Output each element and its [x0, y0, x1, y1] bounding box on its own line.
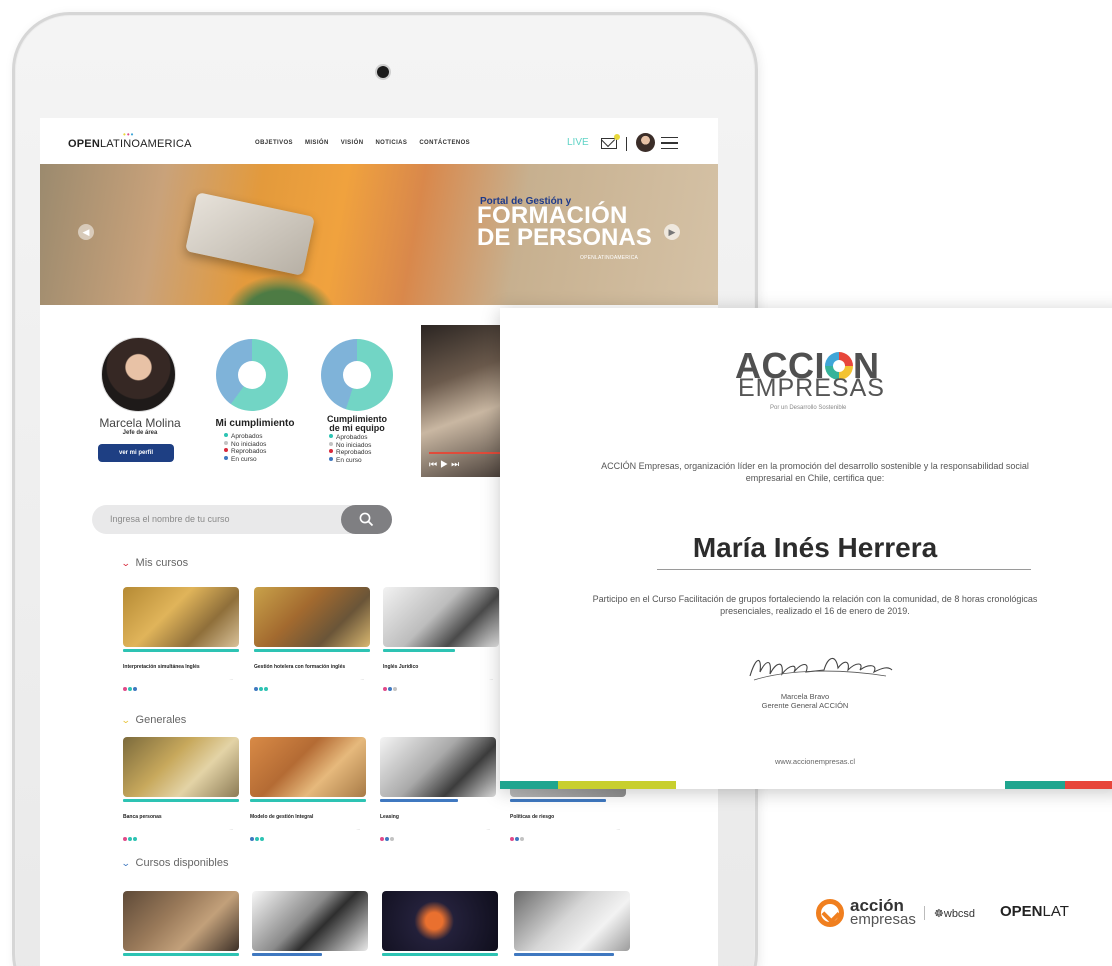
search-button[interactable] [341, 505, 392, 534]
hero-photo-plant [215, 269, 345, 305]
video-controls: ⏮▶⏭ [429, 459, 462, 470]
signature-icon [749, 657, 893, 681]
certificate-url[interactable]: www.accionempresas.cl [725, 757, 905, 766]
course-card[interactable]: Leasing ··· [380, 737, 496, 841]
course-card[interactable] [382, 891, 498, 956]
certificate-signer: Marcela Bravo Gerente General ACCIÓN [761, 692, 849, 710]
nav-objetivos[interactable]: OBJETIVOS [255, 140, 293, 146]
globe-icon: ☸ [934, 908, 944, 920]
course-title: Modelo de gestión Integral [250, 814, 314, 820]
legend-item: No iniciados [224, 440, 266, 449]
course-search-input[interactable] [110, 514, 330, 524]
nav-contactenos[interactable]: CONTÁCTENOS [419, 140, 470, 146]
course-card[interactable]: Interpretación simultánea Inglés ··· [123, 587, 239, 691]
hero-brand: OPENLATINOAMERICA [580, 255, 639, 261]
certificate: ACCI N EMPRESAS Por un Desarrollo Sosteni… [500, 308, 1112, 789]
brand-divider [924, 906, 925, 920]
nav-mision[interactable]: MISIÓN [305, 140, 329, 146]
color-strip [1005, 781, 1065, 789]
course-card[interactable] [252, 891, 368, 956]
live-link[interactable]: LIVE [567, 137, 589, 148]
profile-role: Jefe de área [122, 430, 158, 436]
camera-icon [377, 66, 389, 78]
hero-title-line-2: DE PERSONAS [477, 224, 652, 251]
view-profile-button[interactable]: ver mi perfil [98, 444, 174, 462]
site-logo[interactable]: ••• OPENLATINOAMERICA [68, 130, 192, 150]
legend-item: Reprobados [329, 449, 371, 457]
legend-item: No iniciados [329, 441, 371, 450]
legend-item: Reprobados [224, 448, 266, 456]
course-title: Banca personas [123, 814, 162, 820]
certificate-logo-sub: EMPRESAS [738, 374, 885, 402]
notification-dot [614, 134, 620, 140]
certificate-recipient: María Inés Herrera [692, 532, 938, 563]
video-player[interactable]: ⏮▶⏭ [421, 325, 503, 477]
certificate-divider [657, 569, 1031, 570]
main-nav: OBJETIVOS MISIÓN VISIÓN NOTICIAS CONTÁCT… [255, 140, 470, 146]
play-icon[interactable]: ▶ [440, 459, 451, 469]
chevron-down-icon: ⌄ [120, 715, 131, 725]
course-card[interactable]: Gestión hotelera con formación inglés ··… [254, 587, 370, 691]
hero-banner: ◀ ▶ Portal de Gestión y FORMACIÓN DE PER… [40, 164, 718, 305]
section-general[interactable]: ⌄ Generales [120, 714, 186, 726]
section-my-courses[interactable]: ⌄ Mis cursos [120, 557, 188, 569]
color-strip [558, 781, 676, 789]
course-title: Políticas de riesgo [510, 814, 555, 820]
certificate-tagline: Por un Desarrollo Sostenible [770, 405, 847, 411]
team-compliance-title: Cumplimiento de mi equipo [327, 414, 387, 433]
search-icon [359, 512, 374, 527]
header-separator [626, 137, 627, 151]
carousel-prev-icon[interactable]: ◀ [78, 224, 94, 240]
accion-logo-icon [816, 899, 844, 927]
course-card[interactable]: Modelo de gestión Integral ··· [250, 737, 366, 841]
video-progress-bar[interactable] [429, 452, 503, 454]
color-strip [1065, 781, 1112, 789]
skip-forward-icon[interactable]: ⏭ [451, 459, 462, 469]
team-compliance-donut [321, 339, 393, 411]
my-compliance-donut [216, 339, 288, 411]
course-card[interactable] [123, 891, 239, 956]
course-search [92, 505, 392, 534]
openlatinoamerica-logo: OPENLAT [1000, 903, 1069, 920]
hero-photo-tablet [185, 192, 315, 276]
carousel-next-icon[interactable]: ▶ [664, 224, 680, 240]
legend-item: En curso [224, 455, 266, 464]
course-card[interactable] [514, 891, 630, 956]
team-compliance-legend: Aprobados No iniciados Reprobados En cur… [329, 434, 371, 464]
chevron-down-icon: ⌄ [120, 858, 131, 868]
wbcsd-logo: ☸wbcsd [934, 908, 976, 920]
course-title: Gestión hotelera con formación inglés [254, 664, 346, 670]
certificate-intro: ACCIÓN Empresas, organización líder en l… [601, 461, 1029, 483]
nav-vision[interactable]: VISIÓN [341, 140, 364, 146]
color-strip [500, 781, 558, 789]
chevron-down-icon: ⌄ [120, 558, 131, 568]
profile-name: Marcela Molina [99, 416, 181, 430]
legend-item: Aprobados [224, 433, 266, 441]
nav-noticias[interactable]: NOTICIAS [375, 140, 407, 146]
top-header: ••• OPENLATINOAMERICA OBJETIVOS MISIÓN V… [40, 118, 718, 164]
legend-item: En curso [329, 456, 371, 465]
course-card[interactable]: Inglés Jurídico ··· [383, 587, 499, 691]
logo-bold: OPEN [68, 138, 100, 150]
skip-back-icon[interactable]: ⏮ [429, 459, 440, 469]
course-title: Inglés Jurídico [383, 664, 419, 670]
course-card[interactable]: Banca personas ··· [123, 737, 239, 841]
course-title: Interpretación simultánea Inglés [123, 664, 200, 670]
user-avatar[interactable] [636, 133, 655, 152]
mockup-stage: ••• OPENLATINOAMERICA OBJETIVOS MISIÓN V… [0, 0, 1112, 966]
logo-dots-icon: ••• [123, 130, 135, 139]
my-compliance-legend: Aprobados No iniciados Reprobados En cur… [224, 433, 266, 463]
profile-photo [101, 337, 176, 412]
course-title: Leasing [380, 814, 399, 820]
menu-icon[interactable] [661, 137, 678, 149]
section-available-courses[interactable]: ⌄ Cursos disponibles [120, 857, 229, 869]
legend-item: Aprobados [329, 434, 371, 442]
my-compliance-title: Mi cumplimiento [215, 418, 295, 429]
logo-light: LATINOAMERICA [99, 138, 192, 150]
certificate-body: Participo en el Curso Facilitación de gr… [592, 594, 1038, 616]
